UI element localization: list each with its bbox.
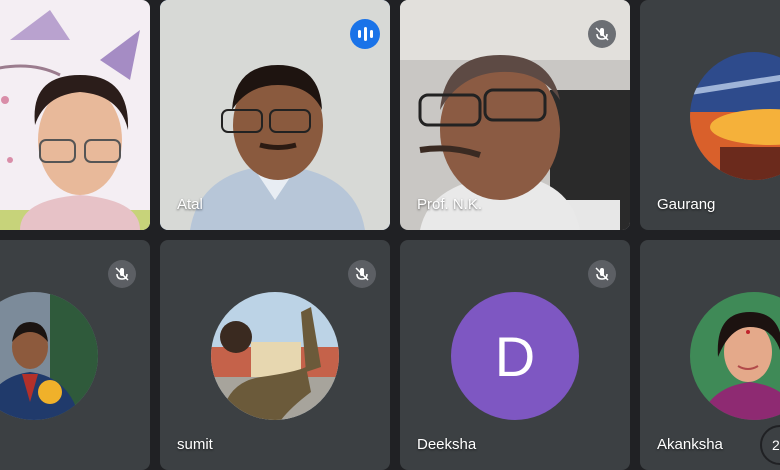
avatar (211, 292, 339, 420)
participant-name: Deeksha (417, 436, 477, 453)
participant-video (0, 0, 150, 230)
mic-off-icon (588, 260, 616, 288)
participant-name: sumit (177, 436, 213, 453)
participant-tile-atal[interactable]: Atal (160, 0, 390, 230)
participant-tile-akanksha[interactable]: Akanksha 2 (640, 240, 780, 470)
more-participants-badge[interactable]: 2 (760, 425, 780, 465)
participant-name: Gaurang (657, 196, 716, 213)
avatar (690, 52, 780, 180)
participant-tile-1[interactable] (0, 0, 150, 230)
participant-name: Akanksha (657, 436, 723, 453)
participant-name: Atal (177, 196, 203, 213)
participant-name: Prof. N.K. (417, 196, 483, 213)
avatar: D (451, 292, 579, 420)
avatar (690, 292, 780, 420)
participant-tile-prof-nk[interactable]: Prof. N.K. (400, 0, 630, 230)
participant-tile-sumit[interactable]: sumit (160, 240, 390, 470)
participant-tile-5[interactable] (0, 240, 150, 470)
participant-tile-gaurang[interactable]: Gaurang (640, 0, 780, 230)
mic-off-icon (348, 260, 376, 288)
mic-off-icon (588, 20, 616, 48)
participant-tile-deeksha[interactable]: D Deeksha (400, 240, 630, 470)
mic-off-icon (108, 260, 136, 288)
speaking-indicator-icon (350, 19, 380, 49)
avatar (0, 292, 98, 420)
